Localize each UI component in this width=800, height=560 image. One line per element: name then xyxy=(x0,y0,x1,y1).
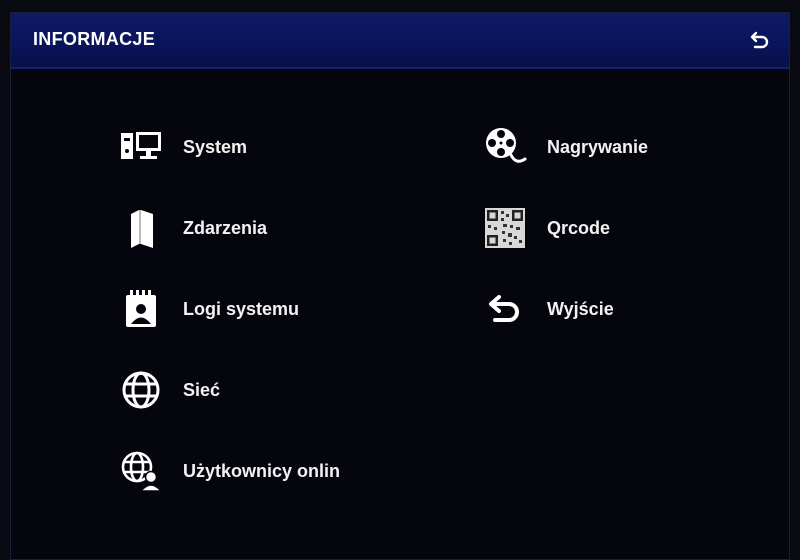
header-bar: INFORMACJE xyxy=(11,13,789,69)
book-icon xyxy=(119,206,163,250)
menu-item-label: Użytkownicy onlin xyxy=(183,460,341,481)
return-arrow-icon xyxy=(483,287,527,331)
menu-item-network[interactable]: Sieć xyxy=(119,368,220,412)
menu-item-recording[interactable]: Nagrywanie xyxy=(483,125,648,169)
menu-item-qrcode[interactable]: Qrcode xyxy=(483,206,610,250)
globe-user-icon xyxy=(119,449,163,493)
menu-item-label: Wyjście xyxy=(547,298,614,319)
qrcode-icon xyxy=(483,206,527,250)
menu-item-label: System xyxy=(183,136,248,157)
globe-icon xyxy=(119,368,163,412)
menu-item-label: Sieć xyxy=(183,379,221,400)
menu-item-system-logs[interactable]: Logi systemu xyxy=(119,287,299,331)
menu-area: System Zdarzenia Logi systemu Sieć Użytk… xyxy=(11,69,789,559)
menu-item-label: Qrcode xyxy=(547,217,611,238)
menu-item-label: Zdarzenia xyxy=(183,217,268,238)
return-arrow-icon xyxy=(750,31,769,49)
menu-item-exit[interactable]: Wyjście xyxy=(483,287,614,331)
menu-item-online-users[interactable]: Użytkownicy onlin xyxy=(119,449,340,493)
info-window: INFORMACJE System Zdarzenia Logi systemu… xyxy=(10,12,790,560)
menu-item-label: Nagrywanie xyxy=(547,136,649,157)
menu-item-system[interactable]: System xyxy=(119,125,247,169)
screen: INFORMACJE System Zdarzenia Logi systemu… xyxy=(0,0,800,560)
menu-item-label: Logi systemu xyxy=(183,298,300,319)
page-title: INFORMACJE xyxy=(33,29,156,49)
log-notebook-icon xyxy=(119,287,163,331)
menu-item-events[interactable]: Zdarzenia xyxy=(119,206,267,250)
computer-icon xyxy=(119,125,163,169)
back-button[interactable] xyxy=(745,25,775,55)
film-reel-icon xyxy=(483,125,527,169)
